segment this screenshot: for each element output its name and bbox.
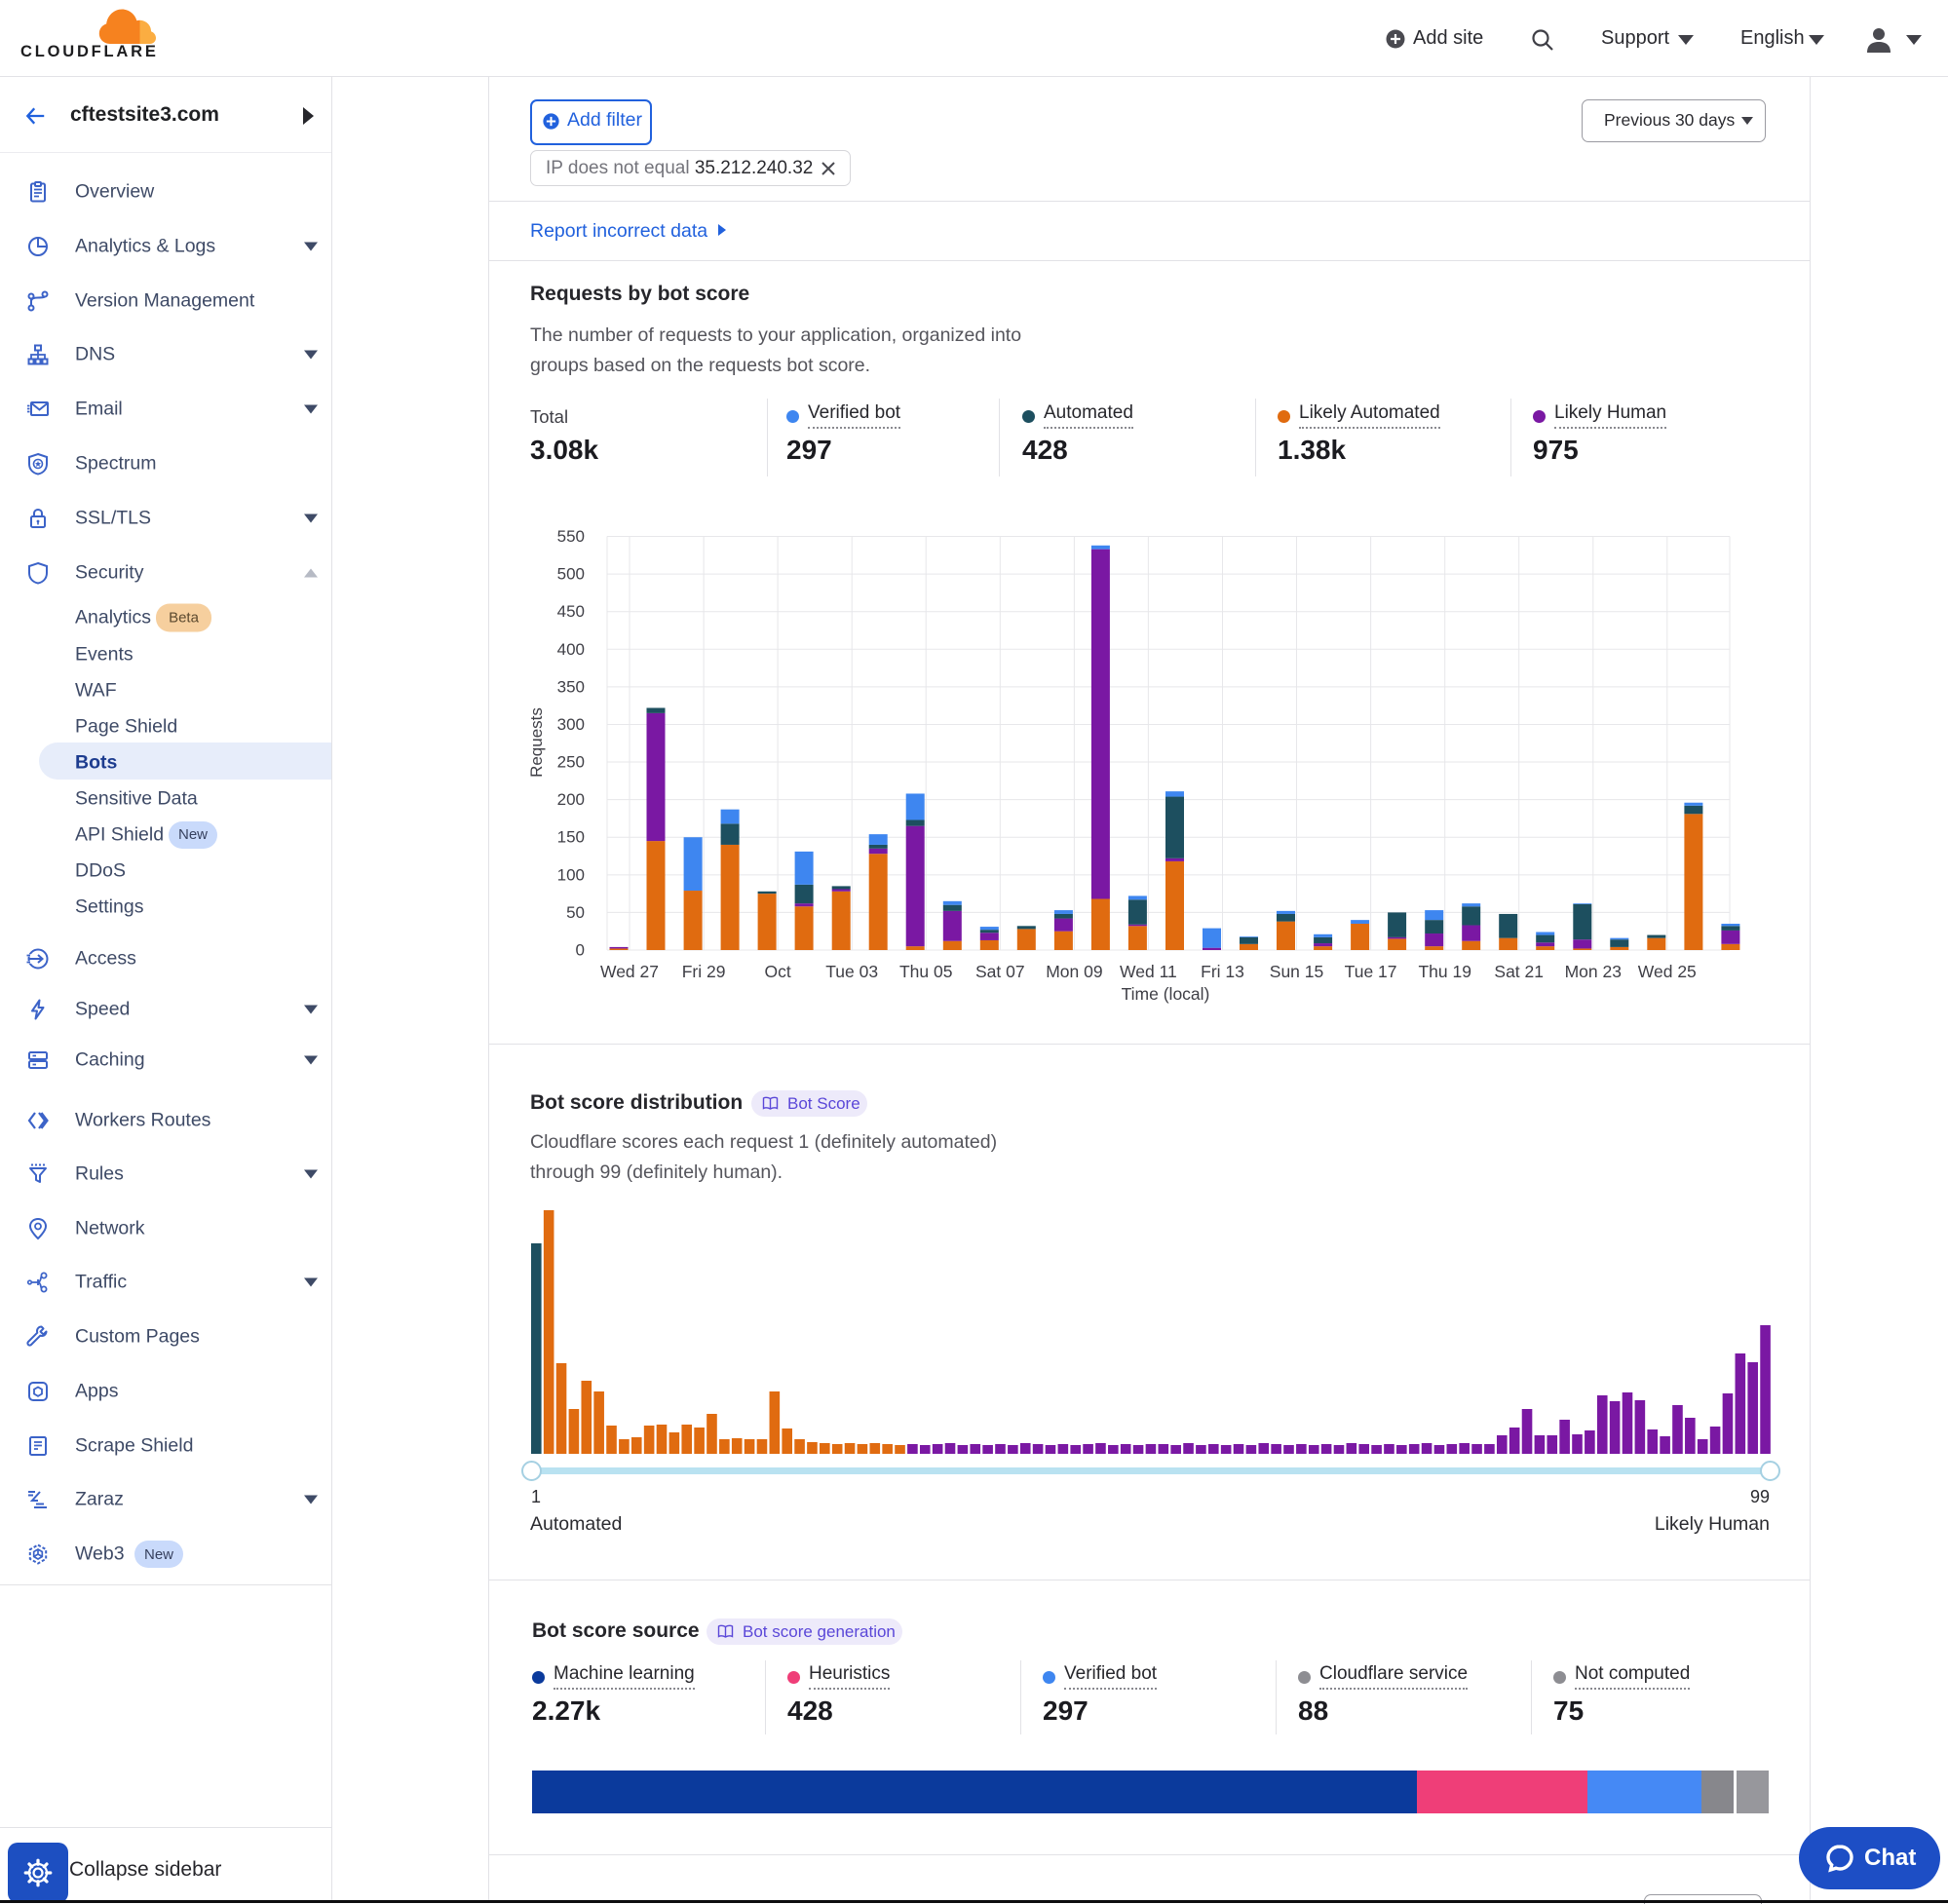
svg-text:400: 400 [557,640,585,659]
svg-text:150: 150 [557,828,585,847]
svg-text:Sat 07: Sat 07 [975,962,1025,981]
svg-text:100: 100 [557,865,585,884]
svg-text:Oct: Oct [764,962,790,981]
svg-text:Mon 09: Mon 09 [1046,962,1102,981]
svg-text:Sat 21: Sat 21 [1494,962,1544,981]
svg-text:Sun 15: Sun 15 [1270,962,1323,981]
svg-text:Time (local): Time (local) [1122,984,1210,1004]
svg-text:350: 350 [557,677,585,696]
svg-text:Wed 27: Wed 27 [600,962,659,981]
svg-text:450: 450 [557,602,585,621]
svg-text:0: 0 [576,940,585,959]
svg-text:Requests: Requests [527,707,546,778]
svg-text:Mon 23: Mon 23 [1565,962,1622,981]
svg-text:Fri 13: Fri 13 [1201,962,1244,981]
svg-text:Fri 29: Fri 29 [682,962,726,981]
svg-text:500: 500 [557,565,585,584]
svg-text:Tue 03: Tue 03 [825,962,878,981]
svg-text:250: 250 [557,753,585,772]
svg-text:Thu 19: Thu 19 [1418,962,1471,981]
svg-text:Thu 05: Thu 05 [899,962,952,981]
svg-text:200: 200 [557,790,585,809]
svg-text:Tue 17: Tue 17 [1345,962,1397,981]
svg-text:Wed 25: Wed 25 [1638,962,1697,981]
svg-text:300: 300 [557,715,585,734]
svg-text:50: 50 [566,903,585,922]
svg-text:550: 550 [557,527,585,546]
svg-text:Wed 11: Wed 11 [1120,962,1177,981]
